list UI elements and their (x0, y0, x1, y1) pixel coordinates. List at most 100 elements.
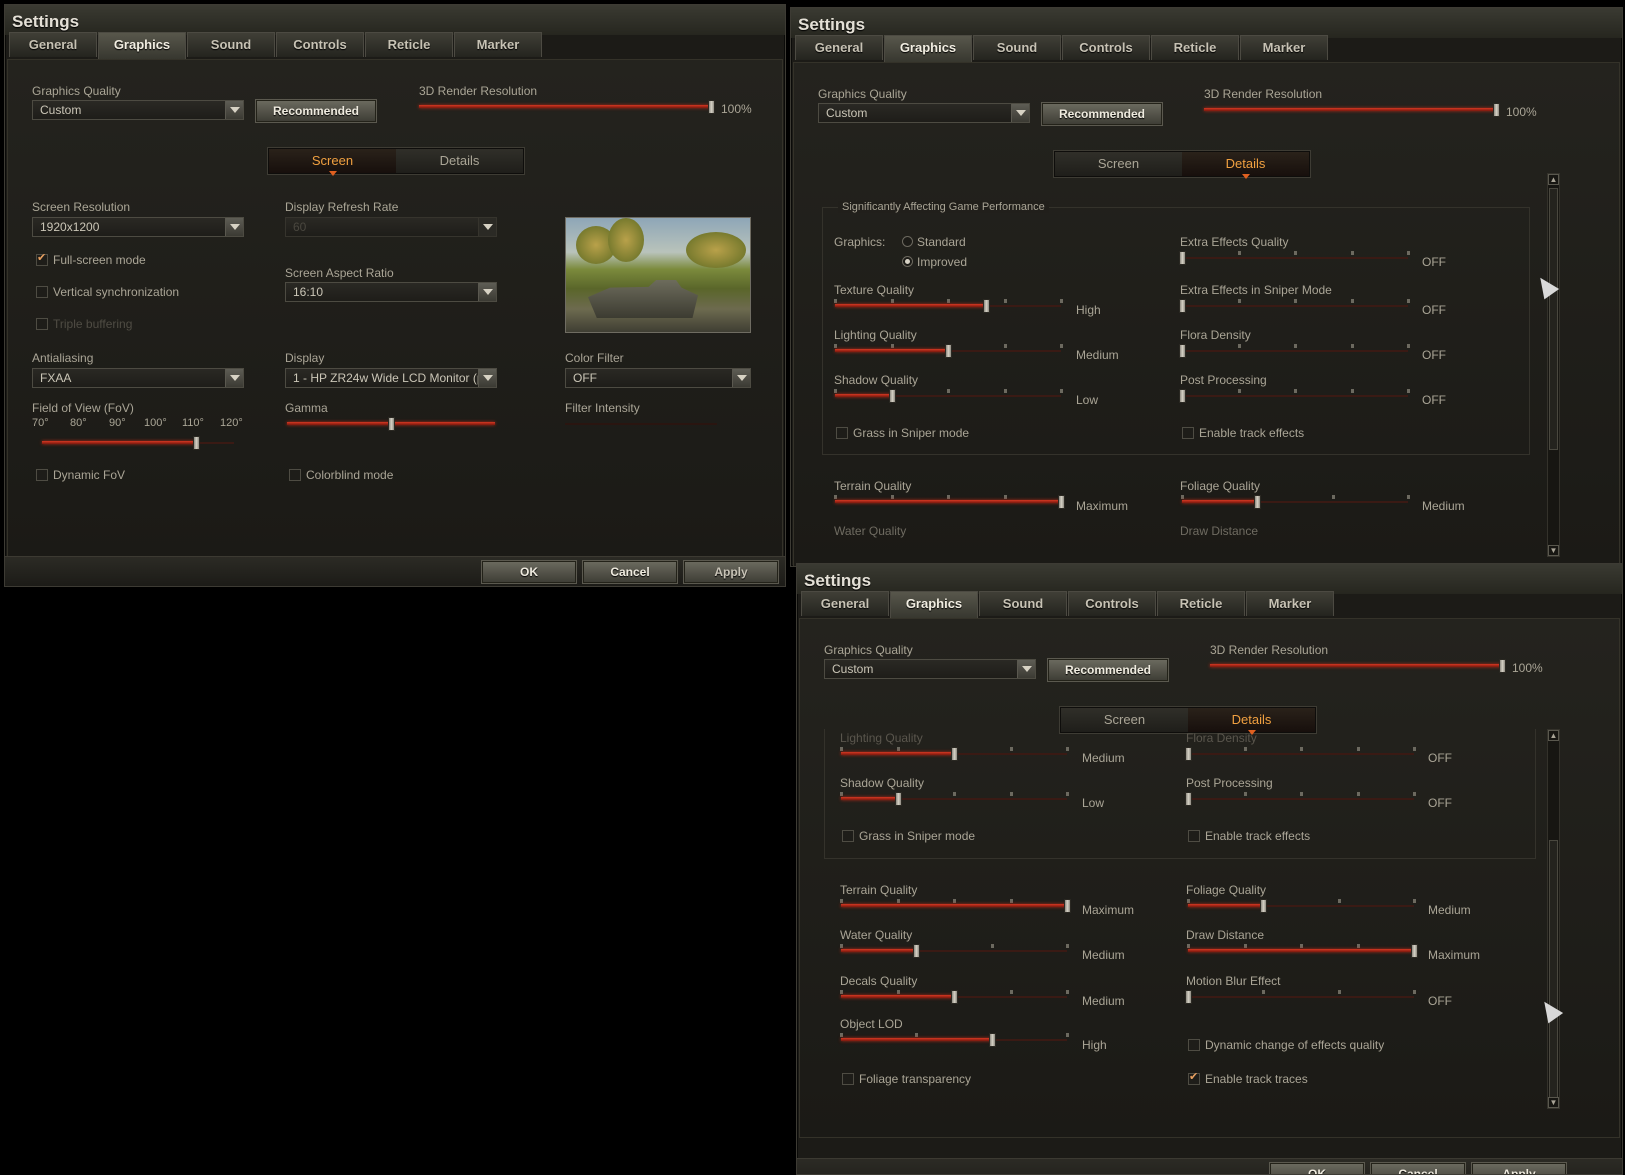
ok-button[interactable]: OK (481, 560, 577, 584)
slider-handle[interactable] (1179, 344, 1186, 358)
scroll-down-icon[interactable]: ▼ (1548, 1097, 1559, 1108)
aspect-ratio-dropdown[interactable]: 16:10 (285, 282, 497, 302)
slider-handle[interactable] (192, 436, 200, 450)
fullscreen-checkbox[interactable]: Full-screen mode (36, 251, 146, 267)
extra-effects-sniper-slider[interactable] (1179, 299, 1410, 313)
post-processing-slider[interactable] (1185, 792, 1416, 806)
gamma-slider[interactable] (287, 417, 495, 431)
slider-handle[interactable] (1411, 944, 1418, 958)
tab-graphics[interactable]: Graphics (98, 32, 186, 59)
flora-density-slider[interactable] (1179, 344, 1410, 358)
apply-button[interactable]: Apply (683, 560, 779, 584)
render-resolution-slider[interactable] (1204, 103, 1500, 117)
vsync-checkbox[interactable]: Vertical synchronization (36, 285, 179, 299)
track-traces-checkbox[interactable]: Enable track traces (1188, 1070, 1308, 1086)
slider-handle[interactable] (888, 389, 896, 403)
tab-reticle[interactable]: Reticle (365, 32, 453, 57)
tab-sound[interactable]: Sound (187, 32, 275, 57)
tab-marker[interactable]: Marker (1246, 591, 1334, 616)
scroll-thumb[interactable] (1549, 840, 1558, 1098)
slider-handle[interactable] (988, 1033, 996, 1047)
apply-button[interactable]: Apply (1471, 1162, 1567, 1174)
grass-sniper-checkbox[interactable]: Grass in Sniper mode (836, 426, 969, 440)
slider-handle[interactable] (388, 417, 395, 431)
lighting-quality-slider[interactable] (840, 747, 1069, 761)
tab-graphics[interactable]: Graphics (884, 35, 972, 62)
slider-handle[interactable] (708, 100, 715, 114)
slider-handle[interactable] (1058, 495, 1065, 509)
radio-improved[interactable]: Improved (902, 255, 967, 269)
render-resolution-slider[interactable] (419, 100, 715, 114)
motion-blur-slider[interactable] (1185, 990, 1416, 1004)
slider-handle[interactable] (1185, 990, 1192, 1004)
tab-general[interactable]: General (801, 591, 889, 616)
slider-handle[interactable] (1499, 659, 1506, 673)
cancel-button[interactable]: Cancel (582, 560, 678, 584)
recommended-button[interactable]: Recommended (1047, 658, 1169, 682)
screen-resolution-dropdown[interactable]: 1920x1200 (32, 217, 244, 237)
track-effects-checkbox[interactable]: Enable track effects (1182, 426, 1304, 440)
fov-slider[interactable] (42, 436, 234, 450)
slider-handle[interactable] (1185, 747, 1192, 761)
tab-controls[interactable]: Controls (1062, 35, 1150, 60)
decals-quality-slider[interactable] (840, 990, 1069, 1004)
tab-general[interactable]: General (795, 35, 883, 60)
slider-handle[interactable] (1260, 899, 1268, 913)
recommended-button[interactable]: Recommended (1041, 102, 1163, 126)
dynamic-effects-checkbox[interactable]: Dynamic change of effects quality (1188, 1038, 1384, 1052)
texture-quality-slider[interactable] (834, 299, 1063, 313)
slider-handle[interactable] (913, 944, 921, 958)
graphics-quality-dropdown[interactable]: Custom (32, 100, 244, 120)
refresh-rate-dropdown[interactable]: 60 (285, 217, 497, 237)
foliage-quality-slider[interactable] (1187, 899, 1416, 913)
scroll-thumb[interactable] (1549, 188, 1558, 450)
color-filter-dropdown[interactable]: OFF (565, 368, 751, 388)
tab-marker[interactable]: Marker (1240, 35, 1328, 60)
extra-effects-slider[interactable] (1179, 251, 1410, 265)
terrain-quality-slider[interactable] (840, 899, 1071, 913)
shadow-quality-slider[interactable] (840, 792, 1069, 806)
subtab-screen[interactable]: Screen (1055, 152, 1182, 176)
flora-density-slider[interactable] (1185, 747, 1416, 761)
slider-handle[interactable] (1179, 251, 1186, 265)
slider-handle[interactable] (1179, 299, 1186, 313)
triple-buffering-checkbox[interactable]: Triple buffering (36, 317, 132, 331)
slider-handle[interactable] (951, 747, 958, 761)
scroll-up-icon[interactable]: ▲ (1548, 730, 1559, 741)
colorblind-checkbox[interactable]: Colorblind mode (289, 468, 393, 482)
details-scrollbar[interactable]: ▲ ▼ (1547, 729, 1560, 1109)
slider-handle[interactable] (945, 344, 952, 358)
draw-distance-slider[interactable] (1187, 944, 1418, 958)
track-effects-checkbox[interactable]: Enable track effects (1188, 829, 1310, 843)
radio-standard[interactable]: Standard (902, 235, 966, 249)
tab-controls[interactable]: Controls (1068, 591, 1156, 616)
scroll-up-icon[interactable]: ▲ (1548, 174, 1559, 185)
subtab-details[interactable]: Details (396, 149, 523, 173)
foliage-quality-slider[interactable] (1181, 495, 1410, 509)
slider-handle[interactable] (894, 792, 902, 806)
slider-handle[interactable] (982, 299, 990, 313)
foliage-transparency-checkbox[interactable]: Foliage transparency (842, 1072, 971, 1086)
tab-general[interactable]: General (9, 32, 97, 57)
tab-graphics[interactable]: Graphics (890, 591, 978, 618)
display-dropdown[interactable]: 1 - HP ZR24w Wide LCD Monitor (p (285, 368, 497, 388)
graphics-quality-dropdown[interactable]: Custom (818, 103, 1030, 123)
tab-reticle[interactable]: Reticle (1151, 35, 1239, 60)
cancel-button[interactable]: Cancel (1370, 1162, 1466, 1174)
tab-sound[interactable]: Sound (979, 591, 1067, 616)
scroll-down-icon[interactable]: ▼ (1548, 545, 1559, 556)
grass-sniper-checkbox[interactable]: Grass in Sniper mode (842, 829, 975, 843)
lighting-quality-slider[interactable] (834, 344, 1063, 358)
water-quality-slider[interactable] (840, 944, 1069, 958)
slider-handle[interactable] (1179, 389, 1186, 403)
shadow-quality-slider[interactable] (834, 389, 1063, 403)
terrain-quality-slider[interactable] (834, 495, 1065, 509)
render-resolution-slider[interactable] (1210, 659, 1506, 673)
tab-controls[interactable]: Controls (276, 32, 364, 57)
slider-handle[interactable] (1185, 792, 1192, 806)
post-processing-slider[interactable] (1179, 389, 1410, 403)
tab-reticle[interactable]: Reticle (1157, 591, 1245, 616)
antialiasing-dropdown[interactable]: FXAA (32, 368, 244, 388)
graphics-quality-dropdown[interactable]: Custom (824, 659, 1036, 679)
slider-handle[interactable] (1064, 899, 1071, 913)
